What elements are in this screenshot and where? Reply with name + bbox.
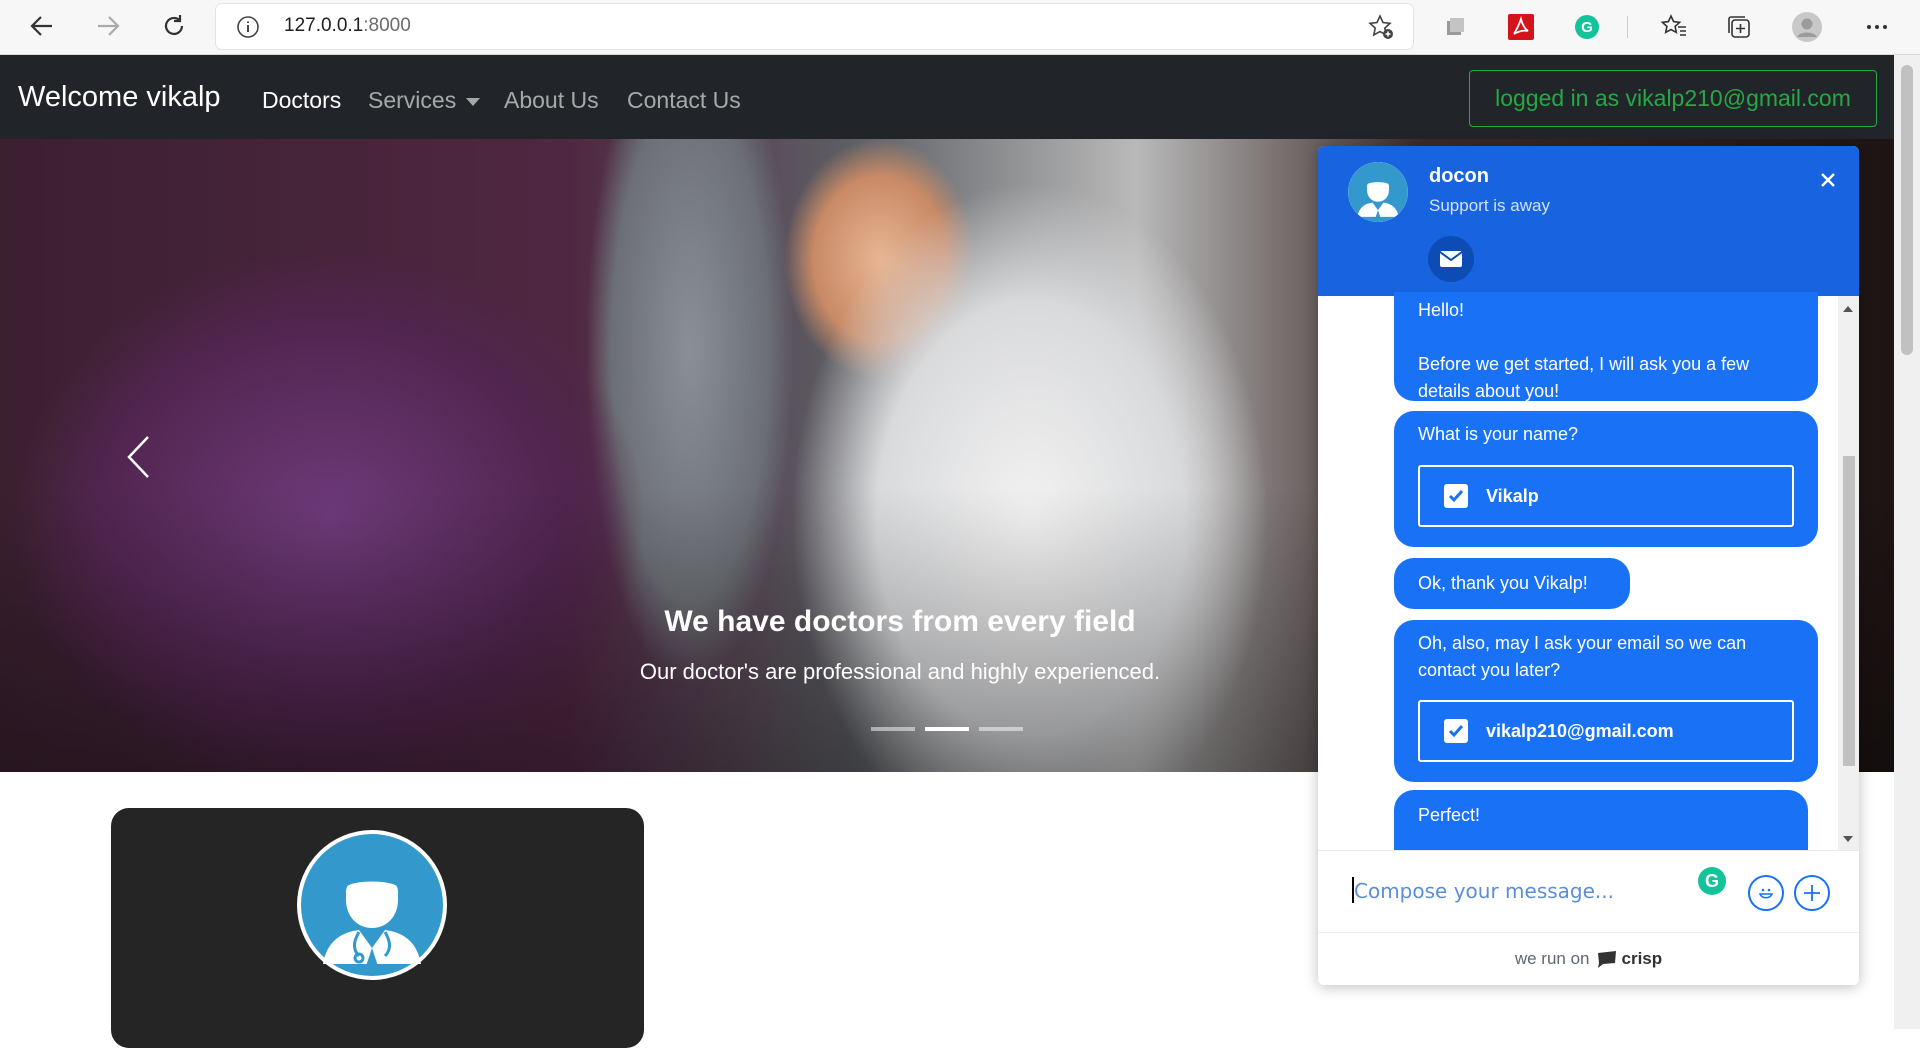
crisp-brand-label: crisp (1621, 949, 1663, 968)
chat-message-line: Perfect! (1418, 805, 1481, 825)
forward-button[interactable] (88, 8, 128, 44)
chat-message-line: Before we get started, I will ask you a … (1418, 354, 1750, 401)
close-icon (1821, 173, 1835, 187)
chat-footer-text: we run on (1514, 949, 1590, 968)
back-arrow-icon (30, 16, 52, 36)
chat-status: Support is away (1429, 196, 1550, 215)
forward-arrow-icon (98, 16, 120, 36)
chat-message-line: Oh, also, may I ask your email so we can… (1418, 633, 1747, 680)
chat-scrollbar[interactable] (1838, 296, 1859, 850)
browser-toolbar: 127.0.0.1:8000 G (0, 0, 1920, 55)
reload-icon (164, 15, 184, 35)
doctor-icon (301, 834, 443, 976)
nav-link-about-us[interactable]: About Us (504, 87, 599, 114)
chat-header: docon Support is away (1318, 146, 1859, 296)
navbar-brand[interactable]: Welcome vikalp (18, 81, 221, 114)
mail-icon (1439, 251, 1463, 267)
attach-button[interactable] (1794, 875, 1830, 911)
scroll-up-arrow-icon[interactable] (1843, 306, 1853, 312)
checkbox-checked-icon (1444, 719, 1468, 743)
carousel-indicator-1[interactable] (871, 727, 915, 731)
chat-answer-name: Vikalp (1418, 465, 1794, 527)
info-icon (237, 16, 259, 38)
pdf-extension-icon[interactable] (1504, 10, 1538, 44)
carousel-indicator-3[interactable] (979, 727, 1023, 731)
chat-compose-area: G (1318, 850, 1859, 932)
reload-button[interactable] (154, 8, 194, 44)
chat-message-greeting: Hello! Before we get started, I will ask… (1394, 292, 1818, 401)
carousel-subtitle: Our doctor's are professional and highly… (639, 659, 1161, 684)
chat-message-email-question: Oh, also, may I ask your email so we can… (1394, 620, 1818, 782)
nav-link-services[interactable]: Services (368, 87, 481, 114)
logged-in-button[interactable]: logged in as vikalp210@gmail.com (1469, 70, 1877, 127)
chat-message-line: Hello! (1418, 300, 1465, 320)
chat-close-button[interactable] (1814, 166, 1842, 194)
grammarly-extension-icon[interactable]: G (1570, 10, 1604, 44)
page-scrollbar-thumb[interactable] (1901, 65, 1913, 355)
url-text: 127.0.0.1:8000 (284, 15, 411, 37)
back-button[interactable] (22, 8, 62, 44)
nav-link-contact-us[interactable]: Contact Us (627, 87, 741, 114)
url-port: :8000 (363, 15, 411, 36)
chat-message-line: What is your name? (1418, 424, 1579, 444)
url-host: 127.0.0.1 (284, 15, 364, 36)
chat-operator-avatar (1348, 162, 1408, 222)
chat-compose-input[interactable] (1352, 873, 1682, 909)
emoji-icon (1758, 888, 1774, 899)
carousel-indicator-2[interactable] (925, 727, 969, 731)
text-cursor (1352, 877, 1354, 903)
plus-icon (1804, 885, 1820, 901)
chat-title: docon (1429, 165, 1489, 187)
svg-text:G: G (1581, 19, 1593, 36)
chat-answer-email: vikalp210@gmail.com (1418, 700, 1794, 762)
chat-answer-value: vikalp210@gmail.com (1486, 720, 1674, 741)
chat-message-perfect: Perfect! (1394, 790, 1808, 850)
crisp-brand[interactable]: crisp (1596, 949, 1663, 969)
carousel-indicators (871, 727, 1023, 731)
crisp-logo-icon (1597, 951, 1616, 968)
extension-icon[interactable] (1438, 10, 1472, 44)
doctor-card (111, 808, 644, 1048)
scroll-down-arrow-icon[interactable] (1843, 836, 1853, 842)
chat-message-name-question: What is your name? Vikalp (1394, 411, 1818, 547)
page-scrollbar[interactable] (1894, 55, 1920, 1029)
nav-link-doctors[interactable]: Doctors (262, 87, 341, 114)
favorites-icon[interactable] (1657, 10, 1691, 44)
carousel-prev-icon[interactable] (126, 435, 150, 479)
profile-avatar-icon[interactable] (1790, 10, 1824, 44)
chat-answer-value: Vikalp (1486, 485, 1539, 506)
emoji-button[interactable] (1748, 875, 1784, 911)
site-navbar: Welcome vikalp Doctors Services About Us… (0, 55, 1894, 139)
collections-icon[interactable] (1722, 10, 1756, 44)
dropdown-caret-icon (466, 97, 481, 106)
toolbar-divider (1627, 16, 1628, 38)
chat-widget: docon Support is away Hello! Before we g… (1318, 146, 1859, 985)
chat-scrollbar-thumb[interactable] (1843, 456, 1855, 766)
chat-messages: Hello! Before we get started, I will ask… (1318, 292, 1859, 850)
address-bar[interactable]: 127.0.0.1:8000 (216, 4, 1413, 49)
checkbox-checked-icon (1444, 484, 1468, 508)
doctor-avatar (297, 830, 447, 980)
nav-link-services-label: Services (368, 87, 457, 113)
chat-message-thanks: Ok, thank you Vikalp! (1394, 558, 1630, 609)
chat-message-line: Ok, thank you Vikalp! (1418, 573, 1588, 593)
chat-footer: we run on crisp (1318, 932, 1859, 985)
more-menu-icon[interactable] (1860, 10, 1894, 44)
doctor-icon (1348, 162, 1408, 222)
grammarly-icon[interactable]: G (1698, 867, 1726, 895)
add-favorite-icon[interactable] (1368, 14, 1394, 40)
carousel-title: We have doctors from every field (664, 605, 1136, 638)
chat-email-button[interactable] (1428, 236, 1474, 282)
